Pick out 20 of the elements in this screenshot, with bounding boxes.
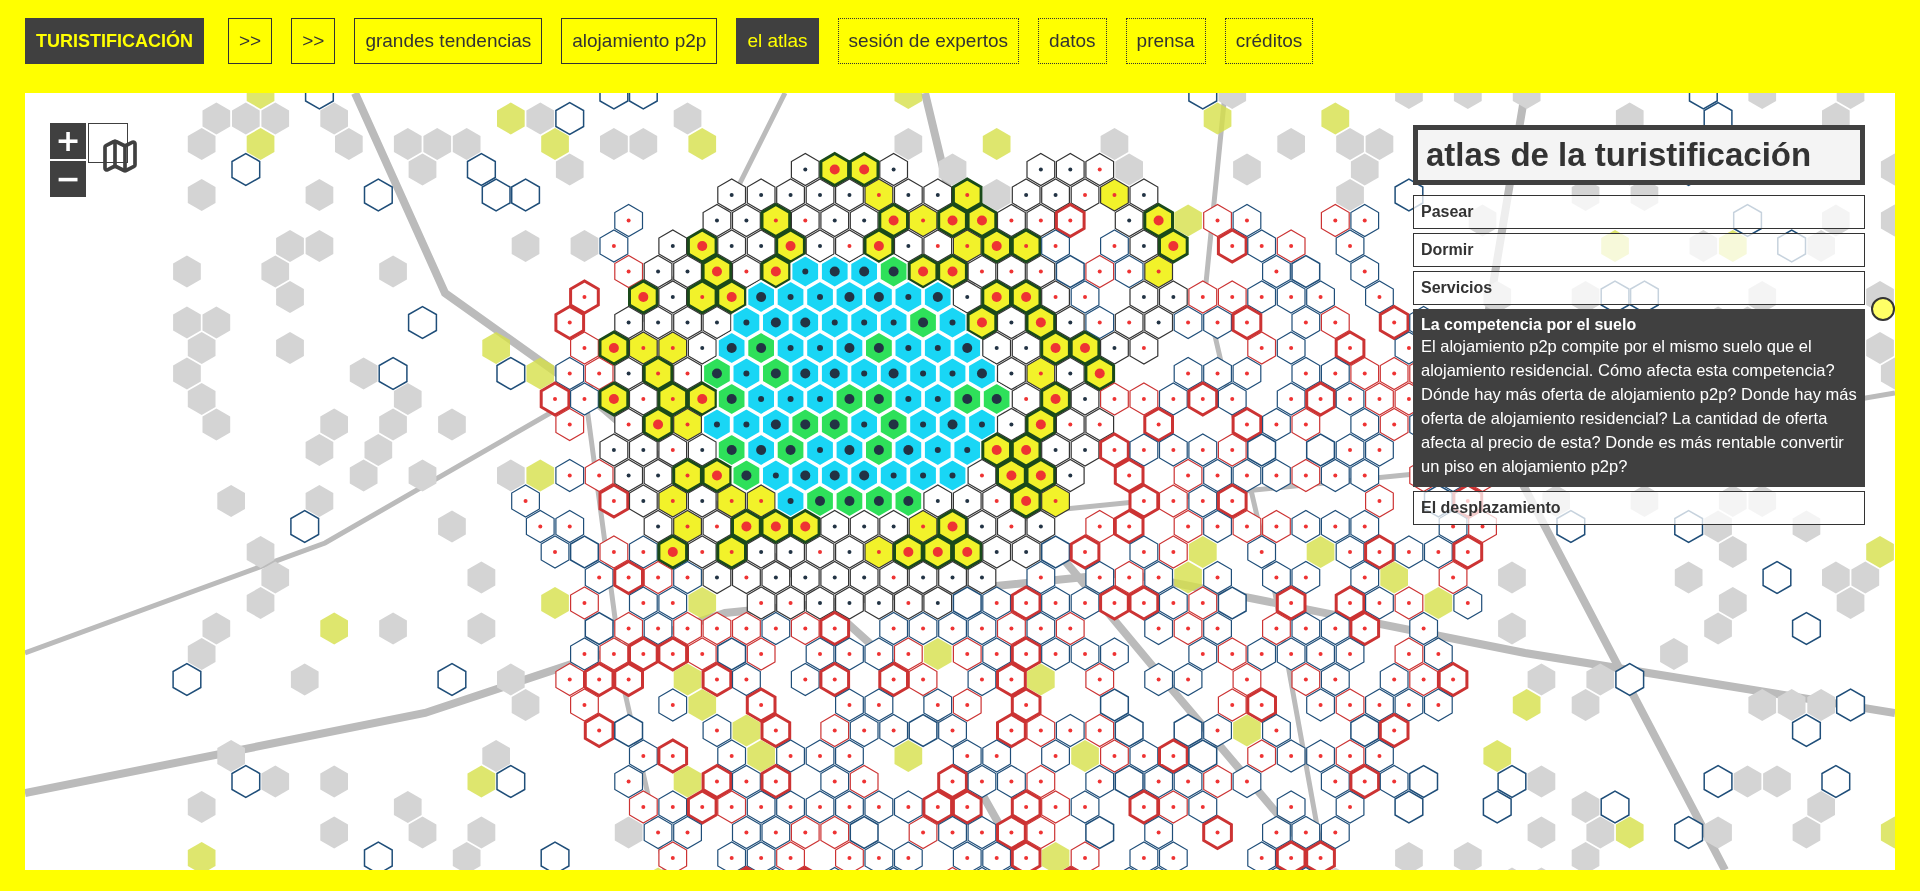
nav-link[interactable]: >> [291, 18, 336, 64]
nav-link[interactable]: alojamiento p2p [561, 18, 718, 64]
nav-link[interactable]: el atlas [736, 18, 819, 64]
nav-link[interactable]: sesión de expertos [837, 18, 1020, 64]
section-title: Servicios [1421, 279, 1494, 297]
zoom-in-button[interactable]: + [50, 123, 86, 159]
accordion-section[interactable] [1413, 309, 1865, 487]
nav-link[interactable]: datos [1038, 18, 1107, 64]
site-logo-link[interactable]: TURISTIFICACIÓN [25, 18, 204, 64]
nav-link[interactable]: grandes tendencias [354, 18, 543, 64]
nav-link[interactable]: prensa [1125, 18, 1206, 64]
zoom-out-button[interactable]: − [50, 161, 86, 197]
nav-link[interactable]: >> [228, 18, 273, 64]
panel-title: atlas de la turistificación [1413, 125, 1865, 185]
section-title: Pasear [1421, 203, 1475, 221]
section-text: El alojamiento p2p compite por el mismo suelo que el alojamiento residencial. Cómo afecta esta competencia? Dónde hay más oferta de alojamiento p2p? Donde hay más oferta de alojamiento residencial? La cantidad de oferta afecta al precio de esta? Donde es más rentable convertir un piso en alojamiento p2p? [1421, 336, 1857, 477]
section-title: Dormir [1421, 241, 1475, 259]
section-title: El desplazamiento [1421, 499, 1562, 517]
nav-link[interactable]: créditos [1224, 18, 1314, 64]
section-title: La competencia por el suelo [1421, 316, 1638, 334]
